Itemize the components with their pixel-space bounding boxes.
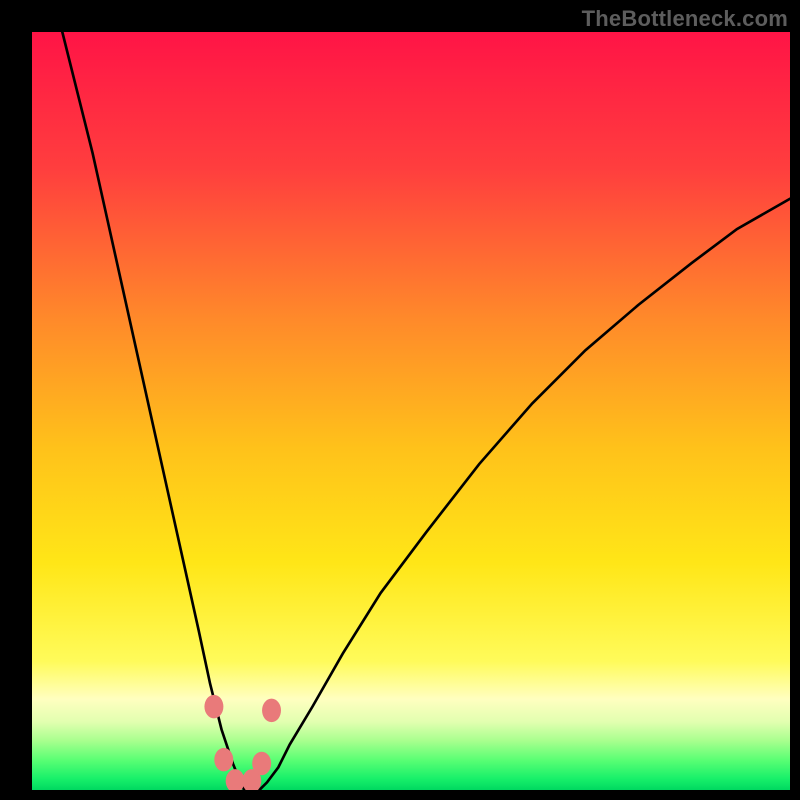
curves-layer bbox=[32, 32, 790, 790]
plot-area bbox=[32, 32, 790, 790]
watermark-text: TheBottleneck.com bbox=[582, 6, 788, 32]
marker-dot bbox=[214, 748, 233, 771]
chart-stage: TheBottleneck.com bbox=[0, 0, 800, 800]
marker-dot bbox=[226, 769, 245, 790]
curve-right bbox=[259, 199, 790, 790]
marker-dot bbox=[252, 752, 271, 775]
marker-dot bbox=[262, 699, 281, 722]
curve-left bbox=[62, 32, 244, 790]
marker-group bbox=[204, 695, 281, 790]
marker-dot bbox=[204, 695, 223, 718]
